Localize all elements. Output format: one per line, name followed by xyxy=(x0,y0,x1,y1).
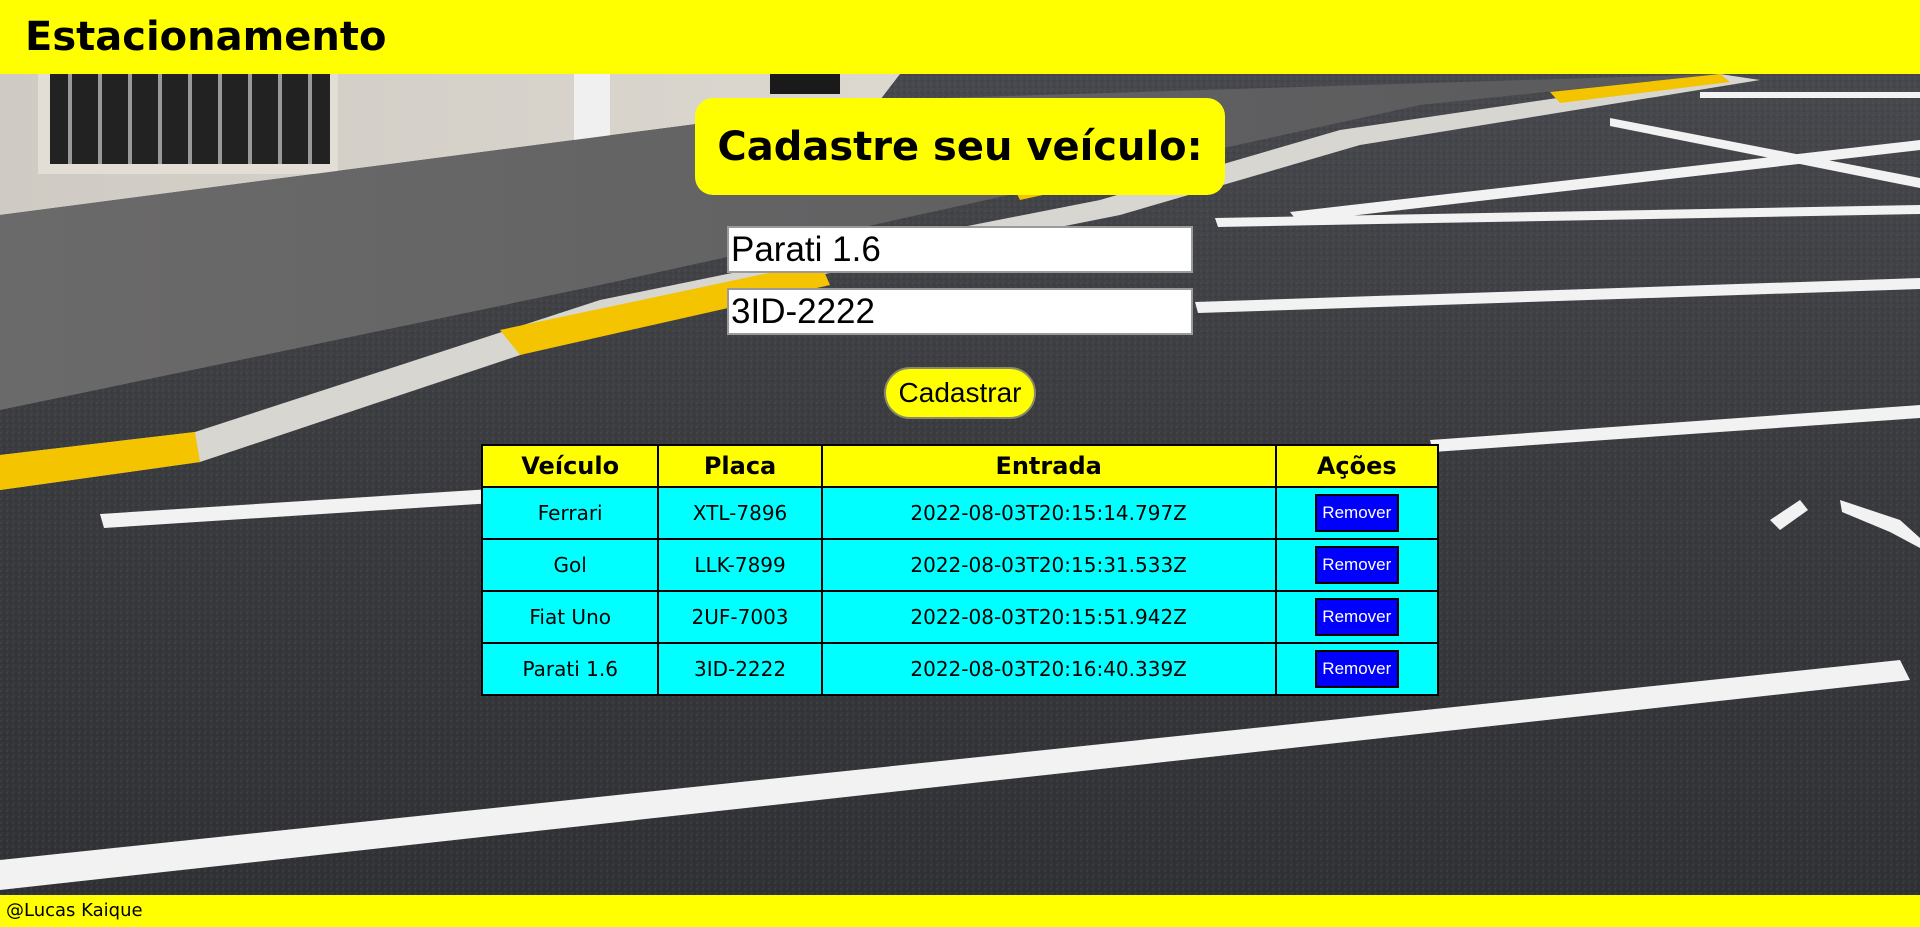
column-header-entry: Entrada xyxy=(820,444,1277,488)
footer-credit: @Lucas Kaique xyxy=(6,900,143,921)
footer-bar: @Lucas Kaique xyxy=(0,895,1920,927)
cell-actions: Remover xyxy=(1274,590,1440,644)
remove-button[interactable]: Remover xyxy=(1314,494,1399,532)
cell-vehicle: Parati 1.6 xyxy=(480,642,660,696)
form-title: Cadastre seu veículo: xyxy=(717,123,1203,170)
cell-plate: 3ID-2222 xyxy=(657,642,823,696)
table-row: Gol LLK-7899 2022-08-03T20:15:31.533Z Re… xyxy=(480,538,1440,592)
cell-entry-time: 2022-08-03T20:15:14.797Z xyxy=(820,486,1277,540)
cell-vehicle: Gol xyxy=(480,538,660,592)
cell-vehicle: Fiat Uno xyxy=(480,590,660,644)
column-header-vehicle: Veículo xyxy=(480,444,660,488)
cell-actions: Remover xyxy=(1274,486,1440,540)
table-row: Ferrari XTL-7896 2022-08-03T20:15:14.797… xyxy=(480,486,1440,540)
site-title: Estacionamento xyxy=(25,14,387,60)
form-title-box: Cadastre seu veículo: xyxy=(695,98,1225,195)
register-button[interactable]: Cadastrar xyxy=(884,367,1036,419)
cell-plate: XTL-7896 xyxy=(657,486,823,540)
vehicles-table: Veículo Placa Entrada Ações Ferrari XTL-… xyxy=(480,444,1440,696)
cell-entry-time: 2022-08-03T20:15:31.533Z xyxy=(820,538,1277,592)
remove-button[interactable]: Remover xyxy=(1314,598,1399,636)
cell-entry-time: 2022-08-03T20:16:40.339Z xyxy=(820,642,1277,696)
vehicle-model-input[interactable] xyxy=(727,226,1193,273)
cell-plate: LLK-7899 xyxy=(657,538,823,592)
cell-actions: Remover xyxy=(1274,642,1440,696)
column-header-plate: Placa xyxy=(657,444,823,488)
license-plate-input[interactable] xyxy=(727,288,1193,335)
cell-plate: 2UF-7003 xyxy=(657,590,823,644)
table-row: Fiat Uno 2UF-7003 2022-08-03T20:15:51.94… xyxy=(480,590,1440,644)
remove-button[interactable]: Remover xyxy=(1314,546,1399,584)
cell-actions: Remover xyxy=(1274,538,1440,592)
table-header-row: Veículo Placa Entrada Ações xyxy=(480,444,1440,488)
table-row: Parati 1.6 3ID-2222 2022-08-03T20:16:40.… xyxy=(480,642,1440,696)
cell-entry-time: 2022-08-03T20:15:51.942Z xyxy=(820,590,1277,644)
page: Estacionamento Cadastre seu veículo: Cad… xyxy=(0,0,1920,927)
remove-button[interactable]: Remover xyxy=(1314,650,1399,688)
column-header-actions: Ações xyxy=(1274,444,1440,488)
cell-vehicle: Ferrari xyxy=(480,486,660,540)
header-bar: Estacionamento xyxy=(0,0,1920,74)
